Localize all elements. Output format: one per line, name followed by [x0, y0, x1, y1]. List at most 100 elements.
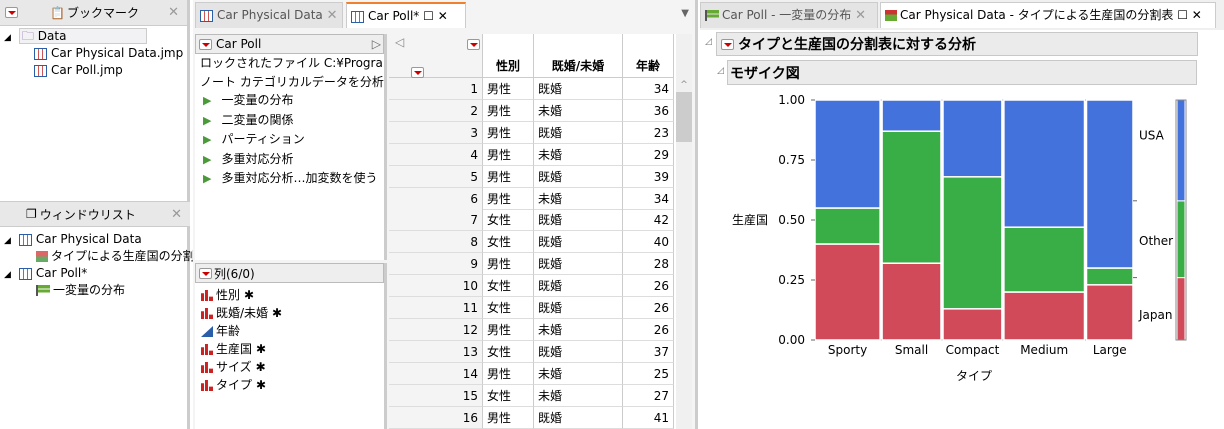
table-cell[interactable]: 未婚 [534, 187, 623, 210]
table-cell[interactable]: 男性 [483, 318, 534, 341]
close-icon[interactable]: ✕ [171, 207, 182, 222]
tab-overflow-icon[interactable]: ▼ [681, 8, 689, 19]
table-cell[interactable]: 41 [623, 406, 674, 429]
table-cell[interactable]: 既婚 [534, 121, 623, 144]
table-cell[interactable]: 男性 [483, 165, 534, 188]
red-triangle-menu[interactable] [199, 267, 212, 279]
column-item[interactable]: サイズ ✱ [195, 358, 384, 376]
row-number[interactable]: 16 [389, 406, 483, 429]
table-cell[interactable]: 既婚 [534, 406, 623, 429]
table-cell[interactable]: 女性 [483, 340, 534, 363]
table-cell[interactable]: 男性 [483, 187, 534, 210]
table-cell[interactable]: 40 [623, 231, 674, 254]
close-icon[interactable]: ✕ [438, 9, 448, 23]
table-cell[interactable]: 既婚 [534, 297, 623, 319]
window-item[interactable]: ◢ Car Physical Data [0, 231, 190, 248]
table-cell[interactable]: 既婚 [534, 209, 623, 232]
table-cell[interactable]: 男性 [483, 253, 534, 276]
table-cell[interactable]: 男性 [483, 362, 534, 385]
row-number[interactable]: 12 [389, 318, 483, 341]
row-number[interactable]: 1 [389, 78, 483, 100]
table-cell[interactable]: 28 [623, 253, 674, 276]
table-cell[interactable]: 男性 [483, 99, 534, 122]
play-script-icon[interactable]: ▶ [203, 114, 211, 127]
column-header[interactable]: 年齢 [623, 34, 674, 78]
table-cell[interactable]: 34 [623, 187, 674, 210]
table-script[interactable]: ▶ パーティション [195, 131, 384, 151]
columns-header[interactable]: 列(6/0) [195, 263, 384, 283]
table-cell[interactable]: 既婚 [534, 253, 623, 276]
tab-car-physical-data[interactable]: Car Physical Data ✕ [195, 2, 343, 28]
table-cell[interactable]: 女性 [483, 209, 534, 232]
table-cell[interactable]: 男性 [483, 121, 534, 144]
row-number[interactable]: 3 [389, 121, 483, 144]
collapse-icon[interactable]: ◁ [395, 35, 404, 49]
scrollbar-thumb[interactable] [676, 92, 692, 142]
tab-car-poll[interactable]: Car Poll* ☐ ✕ [346, 2, 466, 28]
red-triangle-menu[interactable] [199, 38, 212, 50]
table-cell[interactable]: 未婚 [534, 143, 623, 166]
column-item[interactable]: 既婚/未婚 ✱ [195, 304, 384, 322]
table-cell[interactable]: 23 [623, 121, 674, 144]
column-header[interactable]: 性別 [483, 34, 534, 78]
table-cell[interactable]: 既婚 [534, 340, 623, 363]
table-script[interactable]: ▶ 一変量の分布 [195, 92, 384, 112]
table-cell[interactable]: 女性 [483, 297, 534, 319]
table-cell[interactable]: 既婚 [534, 231, 623, 254]
play-script-icon[interactable]: ▶ [203, 94, 211, 107]
vertical-scrollbar[interactable]: ^ [676, 34, 692, 429]
table-script[interactable]: ▶ 多重対応分析 [195, 151, 384, 171]
table-name-header[interactable]: Car Poll ▷ [195, 34, 384, 54]
table-cell[interactable]: 男性 [483, 143, 534, 166]
row-number[interactable]: 14 [389, 362, 483, 385]
table-cell[interactable]: 34 [623, 78, 674, 100]
maximize-icon[interactable]: ☐ [423, 9, 434, 23]
row-number[interactable]: 9 [389, 253, 483, 276]
row-number[interactable]: 5 [389, 165, 483, 188]
play-script-icon[interactable]: ▶ [203, 153, 211, 166]
row-number[interactable]: 15 [389, 384, 483, 407]
row-number[interactable]: 7 [389, 209, 483, 232]
rows-red-triangle[interactable] [410, 67, 424, 78]
collapse-icon[interactable]: ▷ [372, 37, 381, 51]
folder-data[interactable]: ◢ 🗀 Data [0, 28, 187, 45]
row-number[interactable]: 4 [389, 143, 483, 166]
table-cell[interactable]: 未婚 [534, 318, 623, 341]
table-cell[interactable]: 27 [623, 384, 674, 407]
row-number[interactable]: 2 [389, 99, 483, 122]
table-cell[interactable]: 39 [623, 165, 674, 188]
table-cell[interactable]: 25 [623, 362, 674, 385]
table-script[interactable]: ▶ 二変量の関係 [195, 112, 384, 132]
row-number[interactable]: 6 [389, 187, 483, 210]
table-cell[interactable]: 男性 [483, 406, 534, 429]
window-item[interactable]: タイプによる生産国の分割表 [0, 248, 207, 265]
column-item[interactable]: 生産国 ✱ [195, 340, 384, 358]
table-cell[interactable]: 既婚 [534, 275, 623, 298]
table-cell[interactable]: 26 [623, 297, 674, 319]
table-cell[interactable]: 26 [623, 318, 674, 341]
row-number[interactable]: 10 [389, 275, 483, 298]
table-cell[interactable]: 女性 [483, 275, 534, 298]
row-number[interactable]: 8 [389, 231, 483, 254]
table-cell[interactable]: 未婚 [534, 99, 623, 122]
table-cell[interactable]: 42 [623, 209, 674, 232]
table-script[interactable]: ▶ 多重対応分析…加変数を使う [195, 170, 384, 190]
table-cell[interactable]: 既婚 [534, 78, 623, 100]
row-number[interactable]: 11 [389, 297, 483, 319]
play-script-icon[interactable]: ▶ [203, 133, 211, 146]
table-cell[interactable]: 男性 [483, 78, 534, 100]
locked-file[interactable]: ロックされたファイル C:¥Progra [195, 54, 384, 73]
column-header[interactable]: 既婚/未婚 [534, 34, 623, 78]
window-item[interactable]: 一変量の分布 [0, 282, 190, 299]
table-cell[interactable]: 37 [623, 340, 674, 363]
close-icon[interactable]: ✕ [327, 8, 338, 23]
table-cell[interactable]: 未婚 [534, 384, 623, 407]
table-cell[interactable]: 既婚 [534, 165, 623, 188]
red-triangle-menu[interactable] [5, 7, 18, 18]
table-note[interactable]: ノート カテゴリカルデータを分析 [195, 73, 384, 92]
play-script-icon[interactable]: ▶ [203, 172, 211, 185]
close-icon[interactable]: ✕ [168, 5, 179, 20]
column-item[interactable]: 性別 ✱ [195, 286, 384, 304]
row-number[interactable]: 13 [389, 340, 483, 363]
table-cell[interactable]: 26 [623, 275, 674, 298]
